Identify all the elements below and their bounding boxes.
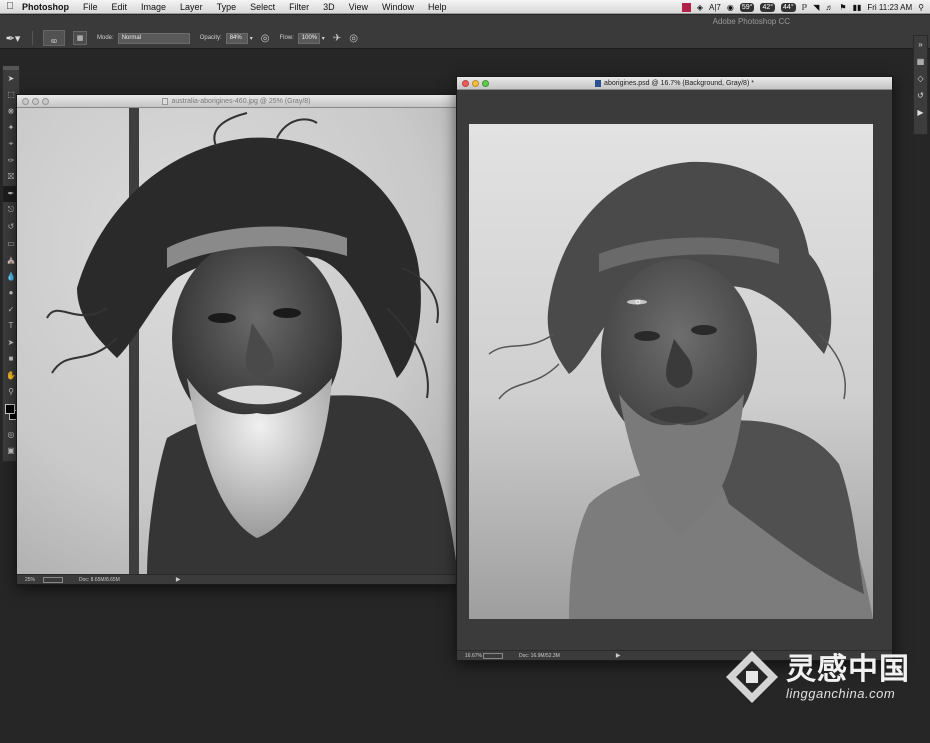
apple-icon[interactable]:  xyxy=(0,1,20,12)
menu-help[interactable]: Help xyxy=(421,0,454,14)
watermark-chinese-text: 灵感中国 xyxy=(786,652,910,686)
status-text-ai[interactable]: A|7 xyxy=(709,3,721,12)
eye-icon[interactable]: ◉ xyxy=(727,3,734,12)
painting-document-title: aborigines.psd @ 16.7% (Background, Gray… xyxy=(604,80,754,87)
flow-label: Flow: xyxy=(279,35,294,41)
move-tool-icon[interactable]: ➤ xyxy=(3,70,19,87)
history-panel-icon[interactable]: ↺ xyxy=(914,87,927,104)
dropbox-icon[interactable]: ◈ xyxy=(697,3,703,12)
menu-select[interactable]: Select xyxy=(243,0,282,14)
opacity-field[interactable]: 84% xyxy=(225,32,248,44)
psd-file-icon xyxy=(595,79,602,87)
airbrush-icon[interactable]: ✈ xyxy=(333,33,341,44)
reference-doc-size: Doc: 8.65M/8.65M xyxy=(79,576,120,583)
share-icon[interactable] xyxy=(483,652,503,659)
temp-badge-1[interactable]: 59° xyxy=(739,2,755,12)
clock-text[interactable]: Fri 11:23 AM xyxy=(867,3,912,12)
menu-layer[interactable]: Layer xyxy=(173,0,210,14)
painting-document-window: aborigines.psd @ 16.7% (Background, Gray… xyxy=(456,76,893,661)
reference-document-titlebar[interactable]: australia-aborigines-460.jpg @ 25% (Gray… xyxy=(17,95,456,108)
watermark-logo-icon xyxy=(726,651,778,703)
layers-panel-icon[interactable]: ◇ xyxy=(914,70,927,87)
photoshop-screen:  Photoshop File Edit Image Layer Type S… xyxy=(0,0,930,743)
brush-panel-toggle-icon[interactable]: ▦ xyxy=(73,31,87,45)
reference-document-statusbar: 25% Doc: 8.65M/8.65M ▶ xyxy=(17,574,456,584)
opacity-pressure-icon[interactable]: ◎ xyxy=(261,33,270,44)
options-bar: Adobe Photoshop CC ✒▾ 60 ▦ Mode: Normal … xyxy=(0,15,930,49)
menu-window[interactable]: Window xyxy=(375,0,421,14)
menu-file[interactable]: File xyxy=(76,0,105,14)
volume-icon[interactable]: ♬ xyxy=(825,3,833,12)
mac-menu-bar:  Photoshop File Edit Image Layer Type S… xyxy=(0,0,930,14)
collapsed-panels-strip: » ▦ ◇ ↺ ▶ xyxy=(913,35,928,135)
flow-field[interactable]: 100% xyxy=(297,32,320,44)
menu-type[interactable]: Type xyxy=(210,0,244,14)
jpg-file-icon xyxy=(162,97,169,105)
app-status-icon[interactable] xyxy=(681,2,691,12)
site-watermark: 灵感中国 lingganchina.com xyxy=(724,649,910,705)
share-icon[interactable] xyxy=(43,576,63,583)
menu-view[interactable]: View xyxy=(342,0,375,14)
menu-app-photoshop[interactable]: Photoshop xyxy=(20,0,76,14)
reference-document-window: australia-aborigines-460.jpg @ 25% (Gray… xyxy=(16,94,458,585)
reference-photo-canvas[interactable] xyxy=(17,108,458,576)
spotlight-icon[interactable]: ⚲ xyxy=(918,3,924,12)
temp-badge-2[interactable]: 42° xyxy=(760,2,776,12)
reference-zoom-field[interactable]: 25% xyxy=(17,577,39,583)
close-window-icon[interactable] xyxy=(462,80,469,87)
painting-doc-size: Doc: 16.9M/52.3M xyxy=(519,652,560,659)
painting-zoom-field[interactable]: 16.67% xyxy=(457,653,482,659)
mode-select[interactable]: Normal xyxy=(117,32,190,44)
brush-tool-preset-icon[interactable]: ✒▾ xyxy=(0,30,26,46)
temp-badge-3[interactable]: 44° xyxy=(781,2,796,12)
menu-extras: ◈ A|7 ◉ 59° 42° 44° ℙ ◥ ♬ ⚑ ▮▮ Fri 11:23… xyxy=(681,0,930,14)
painting-canvas[interactable] xyxy=(469,124,873,619)
opacity-dropdown-icon[interactable]: ▾ xyxy=(250,35,253,42)
reference-document-title: australia-aborigines-460.jpg @ 25% (Gray… xyxy=(171,98,311,105)
painting-document-titlebar[interactable]: aborigines.psd @ 16.7% (Background, Gray… xyxy=(457,77,892,90)
zoom-window-icon[interactable] xyxy=(42,98,49,105)
minimize-window-icon[interactable] xyxy=(32,98,39,105)
status-menu-arrow-icon[interactable]: ▶ xyxy=(176,576,181,583)
bluetooth-icon[interactable]: ℙ xyxy=(802,3,808,12)
menu-filter[interactable]: Filter xyxy=(282,0,316,14)
watermark-url-text: lingganchina.com xyxy=(786,685,896,701)
menu-image[interactable]: Image xyxy=(134,0,173,14)
menu-3d[interactable]: 3D xyxy=(316,0,342,14)
menu-edit[interactable]: Edit xyxy=(105,0,135,14)
battery-icon[interactable]: ▮▮ xyxy=(853,3,862,12)
actions-panel-icon[interactable]: ▶ xyxy=(914,104,927,121)
status-menu-arrow-icon[interactable]: ▶ xyxy=(616,652,621,659)
panel-collapse-icon[interactable]: » xyxy=(914,36,927,53)
brush-presets-panel-icon[interactable]: ▦ xyxy=(914,53,927,70)
close-window-icon[interactable] xyxy=(22,98,29,105)
mode-label: Mode: xyxy=(97,35,114,41)
flow-dropdown-icon[interactable]: ▾ xyxy=(322,35,325,42)
wifi-icon[interactable]: ◥ xyxy=(813,3,819,12)
opacity-label: Opacity: xyxy=(199,35,222,41)
size-pressure-icon[interactable]: ◎ xyxy=(349,33,358,44)
brush-size-picker[interactable]: 60 xyxy=(43,30,65,46)
flag-icon[interactable]: ⚑ xyxy=(839,3,846,12)
foreground-color-swatch[interactable] xyxy=(5,404,15,414)
zoom-window-icon[interactable] xyxy=(482,80,489,87)
app-window-title: Adobe Photoshop CC xyxy=(712,17,790,26)
minimize-window-icon[interactable] xyxy=(472,80,479,87)
